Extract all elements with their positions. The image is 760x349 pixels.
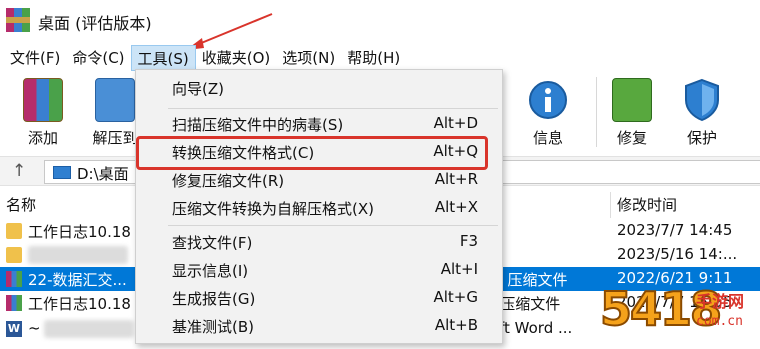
add-archive-icon xyxy=(23,78,63,122)
repair-button-label: 修复 xyxy=(616,129,647,147)
redacted-name xyxy=(44,320,134,338)
file-name: 工作日志10.18 xyxy=(28,223,131,241)
watermark-line2: com.cn xyxy=(696,314,743,329)
site-watermark-logo: 5418 手游网 com.cn xyxy=(599,281,760,349)
rar-icon xyxy=(6,271,22,287)
info-icon xyxy=(529,81,567,119)
up-arrow-icon[interactable]: ↑ xyxy=(12,161,26,181)
menu-tools[interactable]: 工具(S) xyxy=(130,45,196,71)
menu-bar: 文件(F) 命令(C) 工具(S) 收藏夹(O) 选项(N) 帮助(H) xyxy=(0,44,760,72)
add-button[interactable]: 添加 xyxy=(8,73,78,153)
menu-favorites[interactable]: 收藏夹(O) xyxy=(196,45,277,71)
file-name: 22-数据汇交... xyxy=(28,271,127,289)
word-icon: W xyxy=(6,321,22,337)
add-button-label: 添加 xyxy=(27,129,58,147)
menu-item-show-info[interactable]: 显示信息(I) Alt+I xyxy=(136,256,502,284)
file-name: 工作日志10.18 xyxy=(28,295,131,313)
repair-icon xyxy=(612,78,652,122)
menu-item-generate-report[interactable]: 生成报告(G) Alt+G xyxy=(136,284,502,312)
menu-options[interactable]: 选项(N) xyxy=(276,45,341,71)
info-button-label: 信息 xyxy=(532,129,563,147)
menu-item-find-files[interactable]: 查找文件(F) F3 xyxy=(136,228,502,256)
watermark-line1: 手游网 xyxy=(696,292,745,311)
file-name: ~ xyxy=(28,319,41,337)
repair-button[interactable]: 修复 xyxy=(597,73,667,153)
file-modified: 2023/7/7 14:45 xyxy=(617,221,733,239)
info-button[interactable]: 信息 xyxy=(513,73,583,153)
window-title: 桌面 (评估版本) xyxy=(38,14,152,33)
menu-command[interactable]: 命令(C) xyxy=(66,45,130,71)
title-bar: 桌面 (评估版本) xyxy=(0,0,760,40)
address-path: D:\桌面 xyxy=(77,165,129,183)
folder-icon xyxy=(6,247,22,263)
redacted-name xyxy=(28,246,128,264)
menu-item-convert-sfx[interactable]: 压缩文件转换为自解压格式(X) Alt+X xyxy=(136,194,502,222)
menu-item-repair-archive[interactable]: 修复压缩文件(R) Alt+R xyxy=(136,166,502,194)
column-header-name[interactable]: 名称 xyxy=(6,194,36,215)
highlight-box xyxy=(136,136,488,170)
tools-dropdown-menu: 向导(Z) 扫描压缩文件中的病毒(S) Alt+D 转换压缩文件格式(C) Al… xyxy=(135,69,503,344)
protect-button-label: 保护 xyxy=(686,129,717,147)
menu-help[interactable]: 帮助(H) xyxy=(341,45,406,71)
folder-icon xyxy=(6,223,22,239)
menu-item-wizard[interactable]: 向导(Z) xyxy=(136,74,502,102)
file-modified: 2023/5/16 14:... xyxy=(617,245,738,263)
menu-item-scan-virus[interactable]: 扫描压缩文件中的病毒(S) Alt+D xyxy=(136,110,502,138)
menu-item-benchmark[interactable]: 基准测试(B) Alt+B xyxy=(136,312,502,340)
column-header-modified[interactable]: 修改时间 xyxy=(617,194,677,215)
extract-icon xyxy=(95,78,135,122)
winrar-app-icon xyxy=(6,8,30,32)
drive-icon xyxy=(53,166,71,179)
protect-button[interactable]: 保护 xyxy=(667,73,737,153)
rar-icon xyxy=(6,295,22,311)
menu-file[interactable]: 文件(F) xyxy=(4,45,66,71)
protect-shield-icon xyxy=(685,78,719,122)
